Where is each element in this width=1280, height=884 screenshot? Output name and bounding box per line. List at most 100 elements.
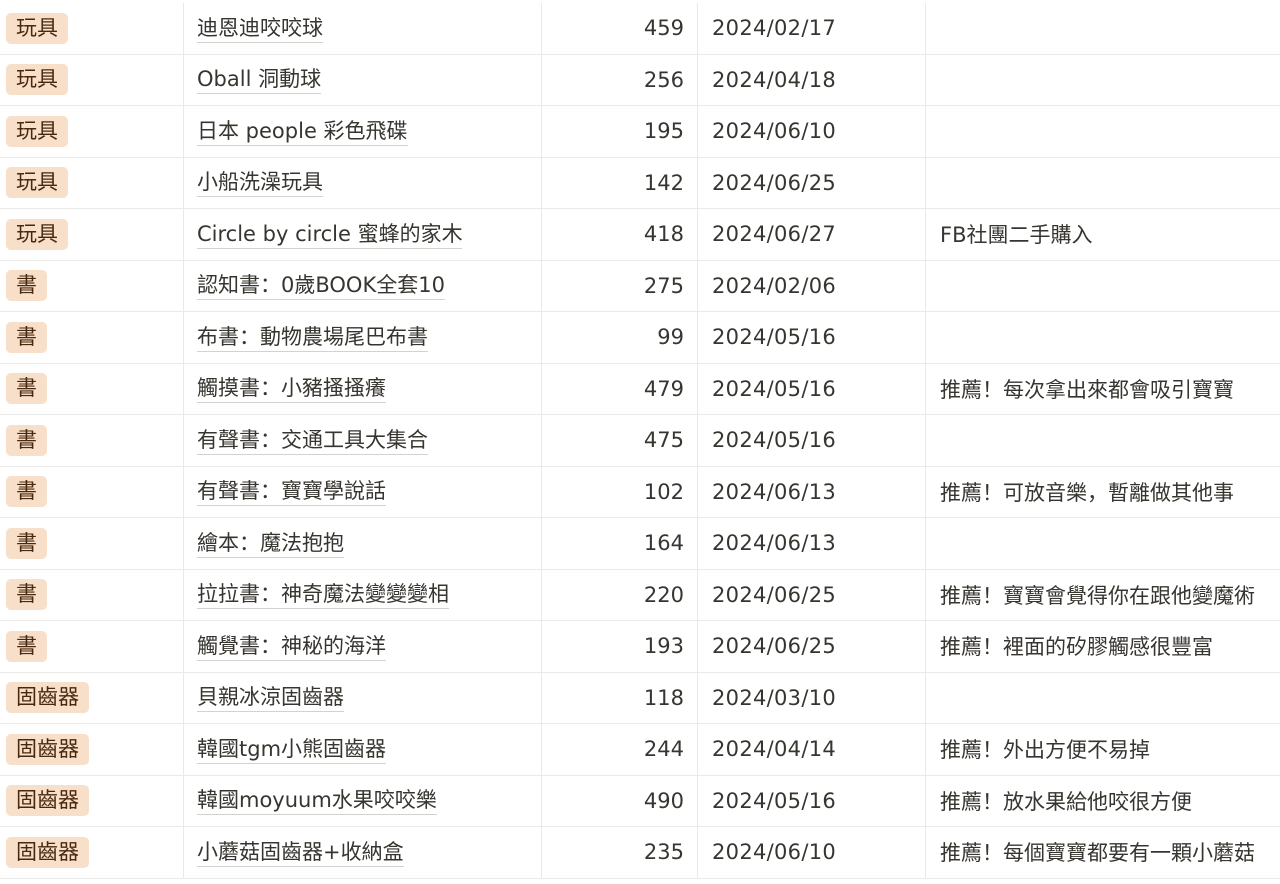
category-cell[interactable]: 書 [0, 312, 184, 363]
note-cell[interactable] [926, 673, 1280, 724]
date-cell[interactable]: 2024/06/10 [698, 106, 926, 157]
date-cell[interactable]: 2024/06/13 [698, 518, 926, 569]
category-cell[interactable]: 書 [0, 621, 184, 672]
item-name[interactable]: 韓國moyuum水果咬咬樂 [197, 786, 437, 816]
table-row[interactable]: 玩具 Oball 洞動球 OPEN 256 2024/04/18 [0, 54, 1280, 106]
date-cell[interactable]: 2024/05/16 [698, 312, 926, 363]
note-cell[interactable]: 推薦！外出方便不易掉 [926, 724, 1280, 775]
price-cell[interactable]: 475 [542, 415, 698, 466]
date-cell[interactable]: 2024/06/27 [698, 209, 926, 260]
note-cell[interactable]: 推薦！寶寶會覺得你在跟他變魔術 [926, 570, 1280, 621]
name-cell[interactable]: 有聲書：寶寶學說話 OPEN [184, 466, 542, 517]
table-row[interactable]: 固齒器 小蘑菇固齒器+收納盒 OPEN 235 2024/06/10 推薦！每個… [0, 827, 1280, 879]
date-cell[interactable]: 2024/04/18 [698, 54, 926, 105]
date-cell[interactable]: 2024/05/16 [698, 775, 926, 826]
note-cell[interactable] [926, 415, 1280, 466]
name-cell[interactable]: 繪本：魔法抱抱 OPEN [184, 518, 542, 569]
price-cell[interactable]: 102 [542, 466, 698, 517]
price-cell[interactable]: 275 [542, 260, 698, 311]
category-cell[interactable]: 書 [0, 415, 184, 466]
note-cell[interactable] [926, 55, 1280, 106]
name-cell[interactable]: 迪恩迪咬咬球 OPEN [184, 3, 542, 54]
table-row[interactable]: 書 觸覺書：神秘的海洋 OPEN 193 2024/06/25 推薦！裡面的矽膠… [0, 621, 1280, 673]
table-row[interactable]: 書 認知書：0歲BOOK全套10 OPEN 275 2024/02/06 [0, 260, 1280, 312]
item-name[interactable]: 日本 people 彩色飛碟 [197, 117, 408, 146]
date-cell[interactable]: 2024/02/17 [698, 3, 926, 54]
item-name[interactable]: 小蘑菇固齒器+收納盒 [197, 838, 404, 867]
table-row[interactable]: 書 有聲書：交通工具大集合 OPEN 475 2024/05/16 [0, 415, 1280, 467]
table-row[interactable]: 書 有聲書：寶寶學說話 OPEN 102 2024/06/13 推薦！可放音樂，… [0, 466, 1280, 518]
note-cell[interactable] [926, 158, 1280, 209]
date-cell[interactable]: 2024/04/14 [698, 724, 926, 775]
price-cell[interactable]: 418 [542, 209, 698, 260]
item-name[interactable]: 有聲書：寶寶學說話 [197, 477, 386, 507]
category-cell[interactable]: 玩具 [0, 3, 184, 54]
price-cell[interactable]: 164 [542, 518, 698, 569]
name-cell[interactable]: 韓國tgm小熊固齒器 OPEN [184, 724, 542, 775]
name-cell[interactable]: Circle by circle 蜜蜂的家木 OPEN [184, 209, 542, 260]
item-name[interactable]: 小船洗澡玩具 [197, 168, 323, 198]
date-cell[interactable]: 2024/02/06 [698, 260, 926, 311]
note-cell[interactable] [926, 261, 1280, 312]
name-cell[interactable]: 日本 people 彩色飛碟 OPEN [184, 106, 542, 157]
note-cell[interactable] [926, 3, 1280, 54]
date-cell[interactable]: 2024/06/25 [698, 621, 926, 672]
name-cell[interactable]: 小船洗澡玩具 OPEN [184, 157, 542, 208]
item-name[interactable]: 韓國tgm小熊固齒器 [197, 735, 387, 764]
item-name[interactable]: 拉拉書：神奇魔法變變變相 [197, 580, 449, 610]
note-cell[interactable] [926, 518, 1280, 569]
note-cell[interactable] [926, 312, 1280, 363]
category-cell[interactable]: 書 [0, 466, 184, 517]
table-row[interactable]: 玩具 Circle by circle 蜜蜂的家木 OPEN 418 2024/… [0, 209, 1280, 261]
name-cell[interactable]: 有聲書：交通工具大集合 OPEN [184, 415, 542, 466]
category-cell[interactable]: 固齒器 [0, 672, 184, 723]
category-cell[interactable]: 固齒器 [0, 775, 184, 826]
name-cell[interactable]: 認知書：0歲BOOK全套10 OPEN [184, 260, 542, 311]
table-row[interactable]: 玩具 日本 people 彩色飛碟 OPEN 195 2024/06/10 [0, 106, 1280, 158]
item-name[interactable]: 有聲書：交通工具大集合 [197, 426, 428, 455]
table-row[interactable]: 固齒器 韓國moyuum水果咬咬樂 OPEN 490 2024/05/16 推薦… [0, 775, 1280, 827]
category-cell[interactable]: 玩具 [0, 54, 184, 105]
category-cell[interactable]: 固齒器 [0, 724, 184, 775]
item-name[interactable]: 繪本：魔法抱抱 [197, 529, 344, 558]
table-row[interactable]: 固齒器 韓國tgm小熊固齒器 OPEN 244 2024/04/14 推薦！外出… [0, 724, 1280, 776]
name-cell[interactable]: 觸覺書：神秘的海洋 OPEN [184, 621, 542, 672]
note-cell[interactable]: 推薦！每個寶寶都要有一顆小蘑菇 [926, 827, 1280, 878]
category-cell[interactable]: 書 [0, 363, 184, 414]
note-cell[interactable]: FB社團二手購入 [926, 209, 1280, 260]
note-cell[interactable]: 推薦！可放音樂，暫離做其他事 [926, 467, 1280, 518]
price-cell[interactable]: 244 [542, 724, 698, 775]
table-row[interactable]: 書 繪本：魔法抱抱 OPEN 164 2024/06/13 [0, 518, 1280, 570]
table-row[interactable]: 玩具 迪恩迪咬咬球 OPEN 459 2024/02/17 [0, 3, 1280, 55]
price-cell[interactable]: 490 [542, 775, 698, 826]
date-cell[interactable]: 2024/06/10 [698, 827, 926, 878]
price-cell[interactable]: 235 [542, 827, 698, 878]
item-name[interactable]: 觸覺書：神秘的海洋 [197, 632, 386, 661]
table-row[interactable]: 固齒器 貝親冰涼固齒器 OPEN 118 2024/03/10 [0, 672, 1280, 724]
name-cell[interactable]: 拉拉書：神奇魔法變變變相 OPEN [184, 569, 542, 620]
date-cell[interactable]: 2024/06/25 [698, 157, 926, 208]
item-name[interactable]: 迪恩迪咬咬球 [197, 14, 323, 43]
category-cell[interactable]: 書 [0, 260, 184, 311]
item-name[interactable]: 認知書：0歲BOOK全套10 [197, 271, 445, 301]
date-cell[interactable]: 2024/06/13 [698, 466, 926, 517]
date-cell[interactable]: 2024/05/16 [698, 415, 926, 466]
price-cell[interactable]: 479 [542, 363, 698, 414]
name-cell[interactable]: 貝親冰涼固齒器 OPEN [184, 672, 542, 723]
category-cell[interactable]: 玩具 [0, 209, 184, 260]
date-cell[interactable]: 2024/06/25 [698, 569, 926, 620]
price-cell[interactable]: 459 [542, 3, 698, 54]
date-cell[interactable]: 2024/03/10 [698, 672, 926, 723]
note-cell[interactable]: 推薦！每次拿出來都會吸引寶寶 [926, 364, 1280, 415]
category-cell[interactable]: 書 [0, 518, 184, 569]
item-name[interactable]: Circle by circle 蜜蜂的家木 [197, 220, 462, 249]
table-row[interactable]: 書 布書：動物農場尾巴布書 OPEN 99 2024/05/16 [0, 312, 1280, 364]
note-cell[interactable]: 推薦！放水果給他咬很方便 [926, 776, 1280, 827]
table-row[interactable]: 玩具 小船洗澡玩具 OPEN 142 2024/06/25 [0, 157, 1280, 209]
table-row[interactable]: 書 觸摸書：小豬搔搔癢 OPEN 479 2024/05/16 推薦！每次拿出來… [0, 363, 1280, 415]
name-cell[interactable]: 韓國moyuum水果咬咬樂 OPEN [184, 775, 542, 826]
item-name[interactable]: 貝親冰涼固齒器 [197, 683, 344, 713]
name-cell[interactable]: 布書：動物農場尾巴布書 OPEN [184, 312, 542, 363]
name-cell[interactable]: 觸摸書：小豬搔搔癢 OPEN [184, 363, 542, 414]
item-name[interactable]: 觸摸書：小豬搔搔癢 [197, 374, 386, 404]
